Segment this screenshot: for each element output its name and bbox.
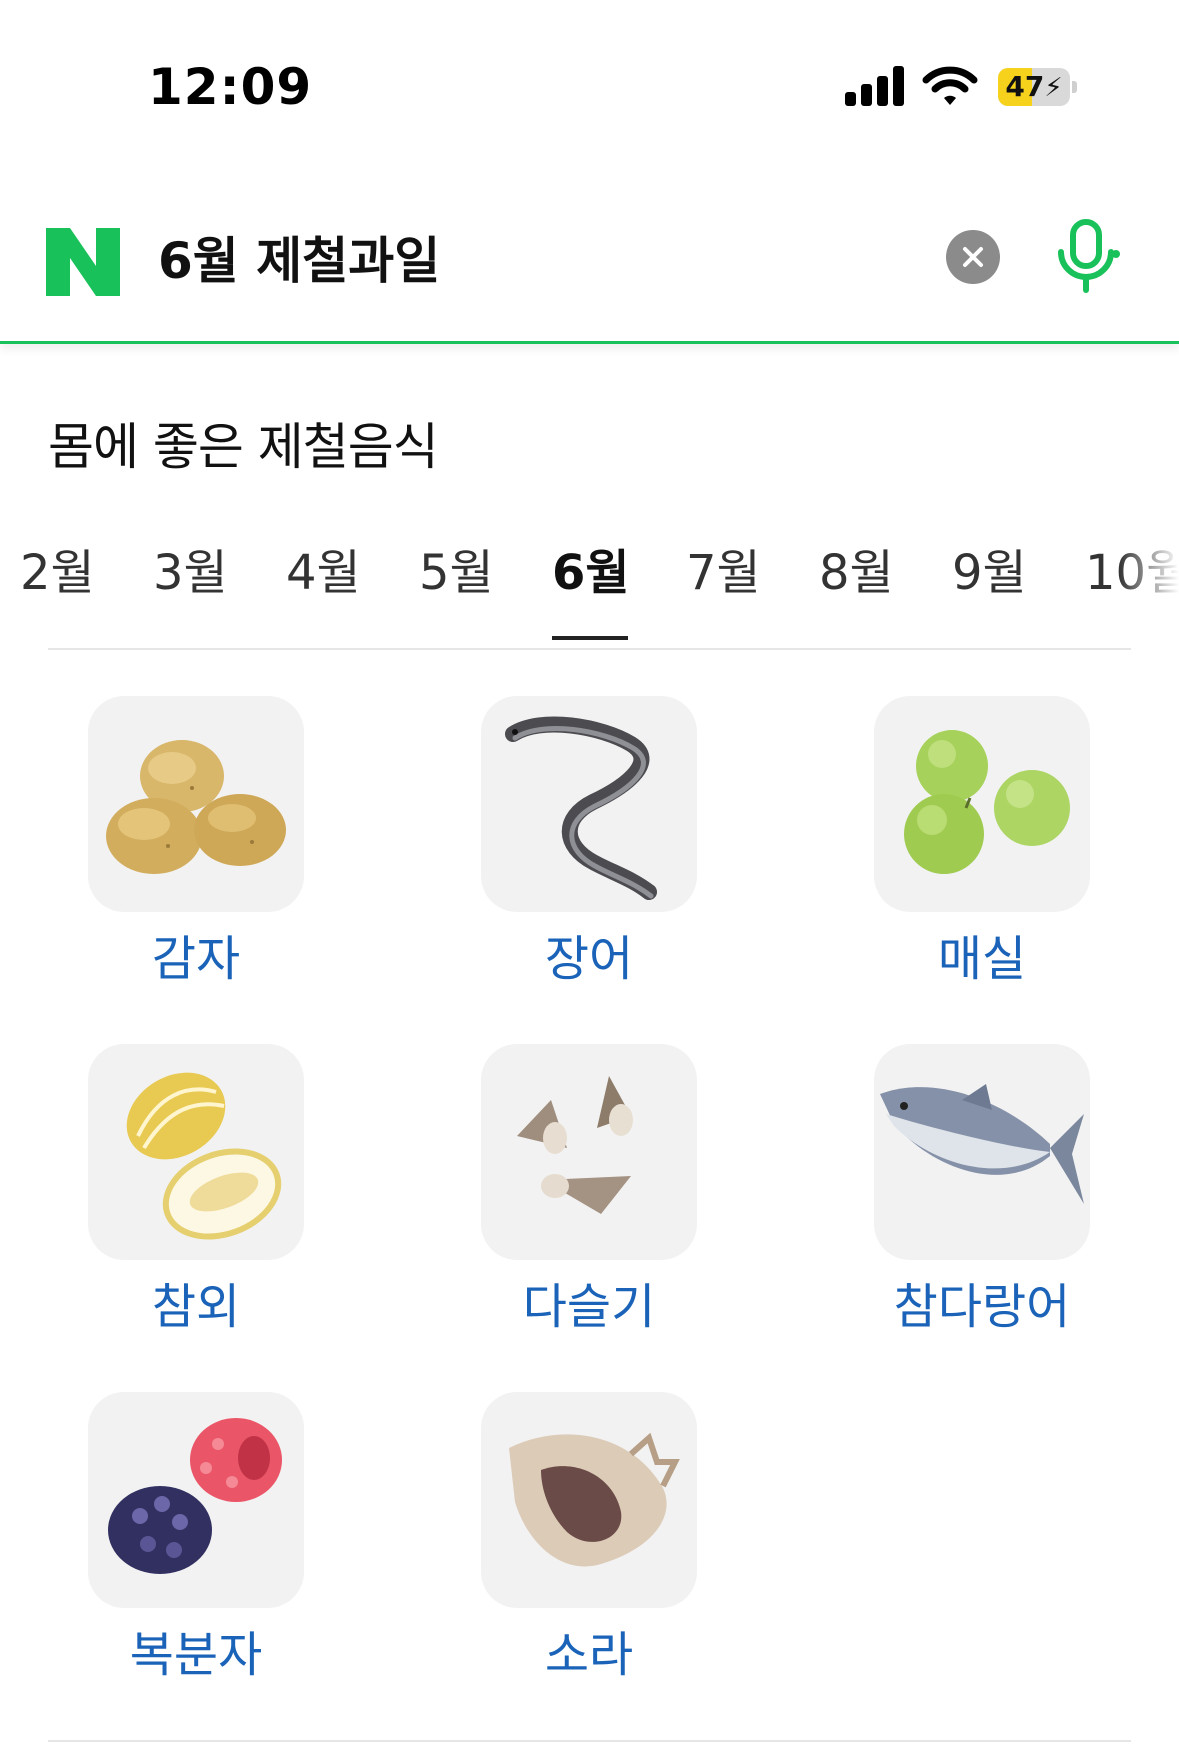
food-label: 매실 (937, 931, 1027, 987)
section-title: 몸에 좋은 제철음식 (48, 418, 439, 476)
conch-icon (481, 1392, 697, 1608)
naver-logo[interactable] (46, 228, 120, 296)
tuna-icon (874, 1044, 1090, 1260)
food-label: 소라 (544, 1627, 634, 1683)
tab-month-8[interactable]: 8월 (819, 530, 894, 640)
divider (48, 1740, 1131, 1742)
food-item-potato[interactable]: 감자 (26, 696, 326, 1016)
potato-icon (88, 696, 304, 912)
food-label: 다슬기 (522, 1279, 656, 1335)
food-item-raspberry[interactable]: 복분자 (26, 1392, 326, 1712)
food-item-green-plum[interactable]: 매실 (812, 696, 1112, 1016)
tab-month-4[interactable]: 4월 (286, 530, 361, 640)
food-label: 참외 (151, 1279, 241, 1335)
tab-month-2[interactable]: 2월 (20, 530, 95, 640)
search-input[interactable]: 6월 제철과일 (158, 226, 440, 296)
food-item-conch[interactable]: 소라 (419, 1392, 719, 1712)
food-label: 장어 (544, 931, 634, 987)
freshwater-snail-icon (481, 1044, 697, 1260)
battery-charging-icon: 47⚡ (998, 68, 1078, 106)
month-tabs: 2월 3월 4월 5월 6월 7월 8월 9월 10월 (0, 530, 1179, 650)
close-icon (963, 247, 983, 267)
status-bar: 12:09 47⚡ (0, 0, 1179, 180)
korean-melon-icon (88, 1044, 304, 1260)
food-label: 참다랑어 (893, 1279, 1071, 1335)
tabs-scroll-fade (1119, 530, 1179, 640)
search-bar: 6월 제철과일 (0, 196, 1179, 344)
battery-percent: 47 (1005, 70, 1045, 103)
divider (48, 648, 1131, 650)
eel-icon (481, 696, 697, 912)
signal-icon (845, 66, 905, 106)
tab-month-7[interactable]: 7월 (686, 530, 761, 640)
tab-month-6-label: 6월 (552, 545, 630, 601)
status-time: 12:09 (148, 58, 313, 116)
active-tab-indicator (552, 636, 628, 640)
tab-month-9[interactable]: 9월 (952, 530, 1027, 640)
raspberry-icon (88, 1392, 304, 1608)
clear-search-button[interactable] (946, 230, 1000, 284)
tab-month-5[interactable]: 5월 (419, 530, 494, 640)
food-item-korean-melon[interactable]: 참외 (26, 1044, 326, 1364)
food-item-tuna[interactable]: 참다랑어 (812, 1044, 1112, 1364)
voice-search-button[interactable] (1052, 218, 1122, 298)
food-label: 감자 (151, 931, 241, 987)
green-plum-icon (874, 696, 1090, 912)
food-label: 복분자 (129, 1627, 263, 1683)
wifi-icon (922, 64, 978, 108)
food-item-eel[interactable]: 장어 (419, 696, 719, 1016)
microphone-icon (1058, 219, 1120, 293)
food-item-freshwater-snail[interactable]: 다슬기 (419, 1044, 719, 1364)
tab-month-3[interactable]: 3월 (153, 530, 228, 640)
tab-month-6[interactable]: 6월 (552, 530, 630, 640)
